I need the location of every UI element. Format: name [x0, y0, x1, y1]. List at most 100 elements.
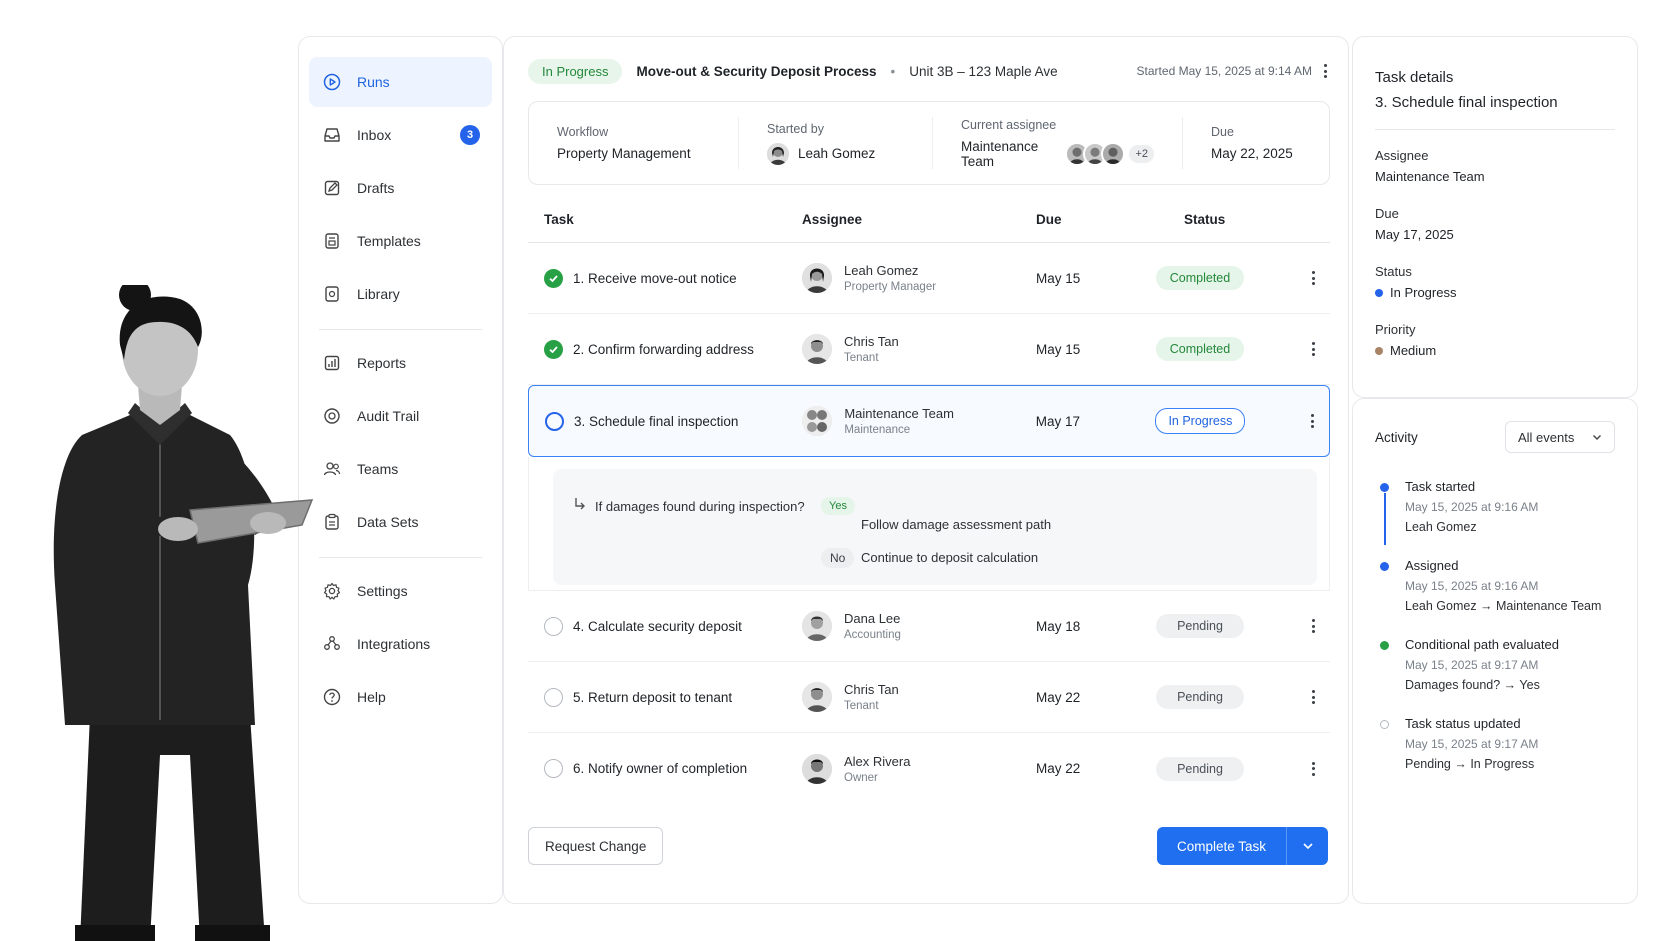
event-detail: Leah Gomez	[1405, 520, 1477, 534]
separator-dot: •	[890, 63, 896, 79]
action-footer: Request Change Complete Task	[528, 827, 1328, 865]
detail-label: Priority	[1375, 322, 1416, 337]
avatar	[802, 334, 832, 364]
sidebar-item-label: Library	[357, 286, 400, 302]
more-options-icon[interactable]	[1306, 340, 1320, 358]
more-options-icon[interactable]	[1318, 62, 1332, 80]
sidebar-item-label: Templates	[357, 233, 421, 249]
task-cell: 6. Notify owner of completion	[528, 759, 802, 778]
column-header-assignee: Assignee	[802, 212, 863, 227]
event-detail: Damages found? → Yes	[1405, 678, 1540, 692]
avatar	[802, 263, 832, 293]
row-menu[interactable]	[1290, 617, 1330, 635]
sidebar-item-label: Inbox	[357, 127, 392, 143]
assignee-name: Maintenance Team	[844, 406, 954, 421]
assignee-cell: Chris Tan Tenant	[802, 682, 1036, 712]
sidebar-item-label: Runs	[357, 74, 390, 90]
meta-value: May 22, 2025	[1211, 146, 1293, 161]
request-change-button[interactable]: Request Change	[528, 827, 664, 865]
meta-current-assignee: Current assignee Maintenance Team +2	[933, 117, 1183, 169]
meta-label: Workflow	[557, 125, 609, 139]
assignee-cell: Chris Tan Tenant	[802, 334, 1036, 364]
task-cell: 1. Receive move-out notice	[528, 268, 802, 288]
task-cell: 3. Schedule final inspection	[529, 411, 802, 431]
detail-label: Due	[1375, 206, 1399, 221]
complete-task-options-button[interactable]	[1286, 827, 1328, 865]
task-name: 1. Receive move-out notice	[573, 270, 737, 286]
check-in-progress-icon[interactable]	[545, 411, 564, 431]
table-row[interactable]: 1. Receive move-out notice Leah Gomez Pro…	[528, 243, 1330, 314]
check-pending-icon[interactable]	[544, 759, 563, 778]
avatar	[802, 682, 832, 712]
event-detail: Leah Gomez → Maintenance Team	[1405, 599, 1602, 613]
conditional-branch: If damages found during inspection? Yes …	[553, 469, 1317, 585]
due-date: May 18	[1036, 618, 1081, 634]
row-menu[interactable]	[1290, 340, 1330, 358]
event-detail: Pending → In Progress	[1405, 757, 1535, 771]
status-badge: Pending	[1156, 756, 1244, 781]
assignee-cell: Maintenance Team Maintenance	[802, 406, 1035, 436]
complete-task-button[interactable]: Complete Task	[1156, 827, 1286, 865]
table-row[interactable]: 5. Return deposit to tenant Chris Tan Ten…	[528, 662, 1330, 733]
run-title: Move-out & Security Deposit Process	[636, 63, 877, 79]
sidebar-item-inbox[interactable]: Inbox 3	[309, 110, 492, 160]
started-by-name: Leah Gomez	[798, 146, 876, 161]
status-cell: Pending	[1156, 614, 1290, 638]
sidebar-item-runs[interactable]: Runs	[309, 57, 492, 107]
table-row-selected[interactable]: 3. Schedule final inspection Maintenance…	[528, 385, 1330, 457]
task-cell: 4. Calculate security deposit	[528, 616, 802, 636]
due-date: May 15	[1036, 341, 1081, 357]
priority-dot-icon	[1375, 346, 1383, 355]
no-badge: No	[821, 548, 855, 568]
check-complete-icon[interactable]	[544, 339, 563, 359]
more-options-icon[interactable]	[1306, 269, 1320, 287]
avatar	[767, 142, 789, 165]
sidebar-item-drafts[interactable]: Drafts	[309, 163, 492, 213]
detail-label: Assignee	[1375, 148, 1429, 163]
more-assignees-count: +2	[1129, 144, 1154, 163]
check-pending-icon[interactable]	[544, 687, 563, 707]
meta-value: Leah Gomez	[767, 142, 904, 165]
more-options-icon[interactable]	[1305, 412, 1319, 430]
row-menu[interactable]	[1290, 760, 1330, 778]
run-header: In Progress Move-out & Security Deposit …	[528, 57, 1332, 85]
assignee-avatar-stack[interactable]: +2	[1065, 141, 1154, 166]
table-row[interactable]: 6. Notify owner of completion Alex River…	[528, 733, 1330, 804]
avatar	[1101, 141, 1126, 166]
activity-filter-select[interactable]: All events	[1505, 421, 1615, 453]
detail-due: May 17, 2025	[1375, 227, 1454, 242]
check-complete-icon[interactable]	[544, 268, 563, 288]
sidebar-item-label: Integrations	[357, 636, 431, 652]
due-date: May 17	[1035, 413, 1081, 429]
row-menu[interactable]	[1290, 269, 1330, 287]
row-menu[interactable]	[1289, 412, 1329, 430]
chevron-down-icon	[1302, 843, 1313, 850]
avatar	[802, 753, 832, 784]
activity-event: Task started May 15, 2025 at 9:16 AM Lea…	[1380, 479, 1615, 545]
task-cell: 2. Confirm forwarding address	[528, 339, 802, 359]
assignee-name: Leah Gomez	[844, 263, 919, 278]
meta-due: Due May 22, 2025	[1183, 117, 1329, 169]
meta-value: Maintenance Team +2	[961, 139, 1154, 169]
row-menu[interactable]	[1290, 688, 1330, 706]
status-badge: Completed	[1156, 337, 1244, 361]
due-date: May 22	[1036, 761, 1081, 776]
table-row[interactable]: 2. Confirm forwarding address Chris Tan T…	[528, 314, 1330, 385]
run-panel: In Progress Move-out & Security Deposit …	[503, 36, 1349, 904]
chevron-down-icon	[1593, 434, 1601, 440]
assignee-cell: Alex Rivera Owner	[802, 753, 1036, 784]
meta-value: Property Management	[557, 146, 691, 161]
meta-label: Started by	[767, 121, 824, 136]
table-row[interactable]: 4. Calculate security deposit Dana Lee Ac…	[528, 591, 1330, 662]
status-cell: Completed	[1156, 337, 1290, 361]
task-name: 5. Return deposit to tenant	[573, 689, 733, 705]
assignee-cell: Leah Gomez Property Manager	[802, 263, 1036, 293]
sidebar-item-templates[interactable]: Templates	[309, 216, 492, 266]
more-options-icon[interactable]	[1306, 617, 1320, 635]
event-time: May 15, 2025 at 9:16 AM	[1405, 579, 1539, 593]
more-options-icon[interactable]	[1306, 688, 1320, 706]
task-details-panel: Task details 3. Schedule final inspectio…	[1352, 36, 1638, 398]
more-options-icon[interactable]	[1306, 760, 1320, 778]
check-pending-icon[interactable]	[544, 616, 563, 636]
activity-filter-value: All events	[1518, 429, 1575, 445]
